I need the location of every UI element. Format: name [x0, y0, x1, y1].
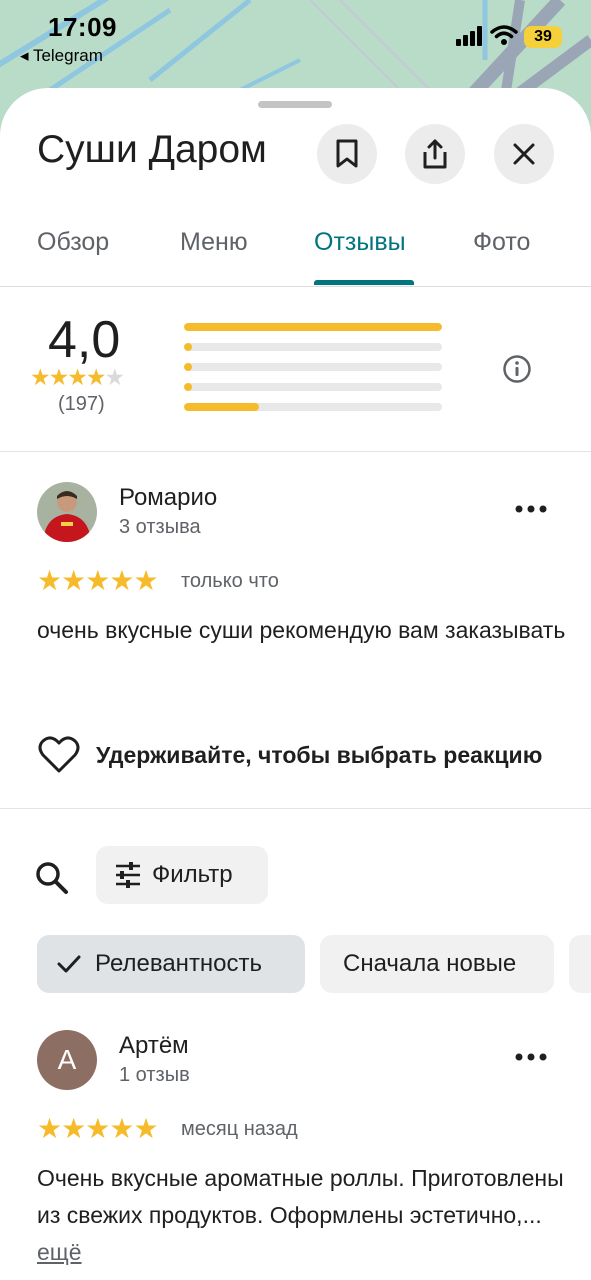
review-stars: ★★★★★: [37, 564, 159, 597]
star-empty-icon: ★: [104, 364, 126, 390]
sheet-drag-handle[interactable]: [258, 101, 332, 108]
status-bar: 17:09 ◂ Telegram 39: [0, 0, 591, 80]
back-to-telegram-link[interactable]: ◂ Telegram: [20, 46, 103, 66]
average-stars: ★★★★★: [30, 364, 126, 391]
tab-reviews[interactable]: Отзывы: [314, 228, 406, 257]
star-filled-icon: ★: [85, 1113, 110, 1144]
rating-bar-fill: [184, 383, 192, 391]
reviewer-name[interactable]: Артём: [119, 1032, 189, 1060]
tab-bar: Обзор Меню Отзывы Фото: [0, 216, 591, 287]
tab-menu[interactable]: Меню: [180, 228, 248, 257]
rating-bar-fill: [184, 323, 442, 331]
place-title: Суши Даром: [37, 128, 267, 171]
reaction-hint[interactable]: Удерживайте, чтобы выбрать реакцию: [96, 742, 542, 769]
star-filled-icon: ★: [85, 565, 110, 596]
sort-relevance-chip[interactable]: Релевантность: [37, 935, 305, 993]
review-stars: ★★★★★: [37, 1112, 159, 1145]
share-icon: [423, 139, 447, 169]
sort-more-chip[interactable]: [569, 935, 591, 993]
chip-label: Релевантность: [95, 950, 263, 977]
more-options-icon[interactable]: [514, 1052, 548, 1062]
star-filled-icon: ★: [61, 565, 86, 596]
star-filled-icon: ★: [37, 565, 62, 596]
close-icon: [513, 143, 535, 165]
reviewer-review-count: 1 отзыв: [119, 1064, 190, 1086]
divider: [0, 808, 591, 809]
avatar[interactable]: А: [37, 1030, 97, 1090]
filter-button[interactable]: Фильтр: [96, 846, 268, 904]
share-button[interactable]: [405, 124, 465, 184]
more-options-icon[interactable]: [514, 504, 548, 514]
rating-summary: 4,0 ★★★★★ (197): [0, 288, 591, 452]
review-text-body: Очень вкусные ароматные роллы. Приготовл…: [37, 1165, 564, 1228]
rating-bar-2-stars: [184, 383, 442, 391]
sort-newest-chip[interactable]: Сначала новые: [320, 935, 554, 993]
review-time: только что: [181, 570, 279, 592]
rating-bar-fill: [184, 343, 192, 351]
star-filled-icon: ★: [133, 1113, 158, 1144]
filter-sliders-icon: [116, 862, 140, 888]
avatar[interactable]: [37, 482, 97, 542]
rating-bar-4-stars: [184, 343, 442, 351]
review-text: Очень вкусные ароматные роллы. Приготовл…: [37, 1160, 567, 1271]
rating-bar-fill: [184, 403, 259, 411]
search-icon[interactable]: [34, 860, 70, 896]
rating-bar-fill: [184, 363, 192, 371]
wifi-icon: [490, 25, 518, 45]
tab-overview[interactable]: Обзор: [37, 228, 109, 257]
rating-bar-5-stars: [184, 323, 442, 331]
active-tab-indicator: [314, 280, 414, 285]
star-filled-icon: ★: [109, 565, 134, 596]
average-rating: 4,0: [48, 311, 121, 369]
place-sheet: Суши Даром Обзор Меню Отзывы Фото 4,0 ★★…: [0, 88, 591, 1280]
reviewer-name[interactable]: Ромарио: [119, 484, 217, 512]
chip-label: Сначала новые: [343, 950, 517, 977]
review-time: месяц назад: [181, 1118, 298, 1140]
reviewer-review-count: 3 отзыва: [119, 516, 201, 538]
star-filled-icon: ★: [85, 364, 107, 390]
star-filled-icon: ★: [133, 565, 158, 596]
status-time: 17:09: [48, 12, 117, 42]
rating-distribution: [184, 323, 442, 423]
star-filled-icon: ★: [37, 1113, 62, 1144]
battery-indicator: 39: [524, 26, 562, 48]
checkmark-icon: [57, 955, 81, 973]
filter-label: Фильтр: [152, 861, 233, 888]
rating-bar-1-stars: [184, 403, 442, 411]
cellular-signal-icon: [456, 26, 482, 46]
star-filled-icon: ★: [61, 1113, 86, 1144]
rating-bar-3-stars: [184, 363, 442, 371]
info-icon[interactable]: [502, 354, 532, 384]
bookmark-icon: [336, 139, 358, 168]
review-text: очень вкусные суши рекомендую вам заказы…: [37, 617, 566, 643]
heart-icon[interactable]: [37, 735, 81, 775]
star-filled-icon: ★: [67, 364, 88, 390]
save-button[interactable]: [317, 124, 377, 184]
star-filled-icon: ★: [109, 1113, 134, 1144]
read-more-link[interactable]: ещё: [37, 1239, 82, 1265]
star-filled-icon: ★: [30, 364, 51, 390]
close-button[interactable]: [494, 124, 554, 184]
tab-photos[interactable]: Фото: [473, 228, 530, 257]
star-filled-icon: ★: [48, 364, 70, 390]
rating-count: (197): [58, 393, 105, 415]
